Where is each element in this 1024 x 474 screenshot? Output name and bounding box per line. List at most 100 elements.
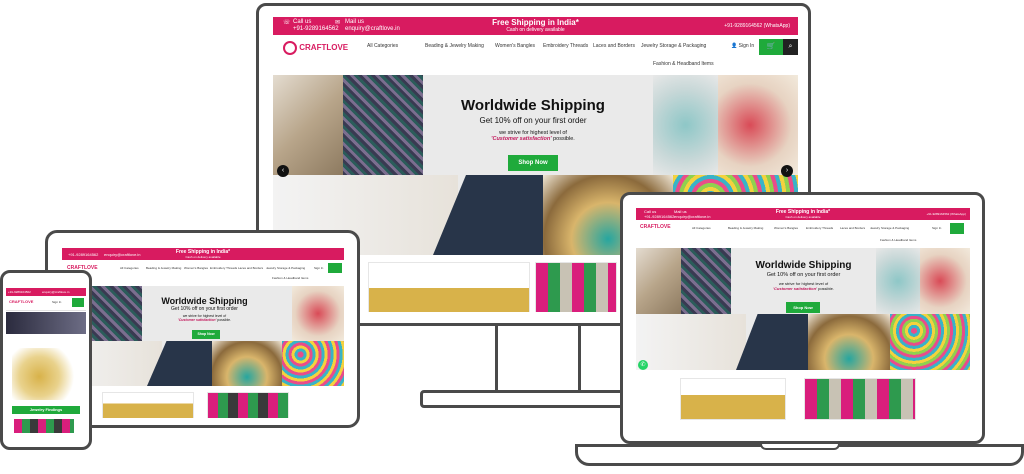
laptop-hero-highlight: 'Customer satisfaction' — [773, 286, 817, 291]
phone-product-image[interactable] — [12, 348, 80, 400]
phone-cart-button[interactable] — [72, 298, 84, 307]
tablet-announcement-bar: +91-9289164562 enquiry@craftlove.in Free… — [62, 248, 344, 260]
phone-threads-image[interactable] — [14, 419, 74, 433]
tablet-signin[interactable]: Sign In — [314, 266, 323, 270]
laptop-cart-button[interactable] — [950, 223, 964, 234]
cart-button[interactable]: 🛒 — [759, 39, 783, 55]
laptop-whatsapp[interactable]: +91-9289164562 (WhatsApp) — [927, 212, 966, 216]
tablet-hero-line: we strive for highest level of 'Customer… — [147, 314, 262, 322]
user-icon: 👤 — [731, 43, 738, 49]
signin-link[interactable]: 👤 Sign In — [731, 43, 754, 49]
laptop-rhinestones-image — [890, 314, 970, 370]
phone-screen: +91-9289164562 enquiry@craftlove.in CRAF… — [6, 288, 86, 436]
hero-text-block: Worldwide Shipping Get 10% off on your f… — [433, 97, 633, 142]
shop-now-button[interactable]: Shop Now — [508, 155, 558, 171]
nav-all-categories[interactable]: All Categories — [367, 43, 398, 49]
laptop-hero-title: Worldwide Shipping — [755, 260, 852, 271]
tablet-nav-embroidery[interactable]: Embroidery Threads — [210, 266, 237, 270]
hero-line: we strive for highest level of 'Customer… — [433, 130, 633, 142]
laptop-nav-beading[interactable]: Beading & Jewelry Making — [728, 226, 763, 230]
bugle-beads-image — [343, 75, 423, 175]
tablet-screen: +91-9289164562 enquiry@craftlove.in Free… — [62, 248, 344, 418]
nav-fashion[interactable]: Fashion & Headband Items — [653, 61, 714, 67]
laptop-announcement-bar: Call us +91-9289164562 Mail us enquiry@c… — [636, 208, 970, 220]
laptop-screen: Call us +91-9289164562 Mail us enquiry@c… — [636, 208, 970, 430]
tablet-nav-bangles[interactable]: Women's Bangles — [184, 266, 208, 270]
slider-prev-button[interactable]: ‹ — [277, 165, 289, 177]
nav-embroidery[interactable]: Embroidery Threads — [543, 43, 588, 49]
tablet-nav-beading[interactable]: Beading & Jewelry Making — [146, 266, 181, 270]
tablet-cart-button[interactable] — [328, 263, 342, 273]
tablet-hero-title: Worldwide Shipping — [161, 296, 248, 306]
tablet-product-findings[interactable] — [102, 392, 194, 418]
tablet-floral-image — [292, 286, 344, 341]
embroidery-image — [653, 75, 718, 175]
desktop-monitor-base — [420, 390, 640, 408]
banner-title: Free Shipping in India* — [492, 18, 579, 27]
tablet-hero: Worldwide Shipping Get 10% off on your f… — [62, 286, 344, 386]
nav-bangles[interactable]: Women's Bangles — [495, 43, 535, 49]
laptop-nav-bangles[interactable]: Women's Bangles — [774, 226, 798, 230]
laptop-nav-laces[interactable]: Laces and Borders — [840, 226, 865, 230]
search-icon: ⌕ — [788, 43, 793, 50]
main-nav: CRAFTLOVE All Categories Beading & Jewel… — [273, 35, 798, 76]
laptop-signin[interactable]: Sign In — [932, 226, 941, 230]
phone-logo[interactable]: CRAFTLOVE — [9, 299, 33, 304]
laptop-bracelets-image — [808, 314, 890, 370]
tablet-product-row — [62, 388, 344, 418]
tablet-shop-now-button[interactable]: Shop Now — [192, 330, 220, 339]
tablet-nav-storage[interactable]: Jewelry Storage & Packaging — [266, 266, 305, 270]
phone-signin[interactable]: Sign In — [52, 300, 61, 304]
nav-beading[interactable]: Beading & Jewelry Making — [425, 43, 484, 49]
product-card-threads[interactable] — [535, 262, 617, 312]
laptop-hero-subtitle: Get 10% off on your first order — [766, 272, 841, 278]
laptop-nav-storage[interactable]: Jewelry Storage & Packaging — [870, 226, 909, 230]
laptop-beads-image — [636, 248, 681, 314]
signin-label: Sign In — [738, 43, 755, 49]
phone-number-mobile[interactable]: +91-9289164562 — [8, 290, 31, 294]
whatsapp-icon[interactable]: ✆ — [638, 360, 648, 370]
laptop-hero-line: we strive for highest level of 'Customer… — [736, 281, 871, 291]
desktop-monitor-stand — [495, 326, 581, 391]
laptop-hero-line2: possible. — [817, 286, 834, 291]
whatsapp-contact[interactable]: +91-9289164562 (WhatsApp) — [724, 23, 790, 29]
laptop-floral-image — [920, 248, 970, 314]
tablet-hero-subtitle: Get 10% off on your first order — [171, 306, 238, 312]
phone-promo-banner — [6, 312, 86, 334]
laptop-hero: Worldwide Shipping Get 10% off on your f… — [636, 248, 970, 370]
laptop-nav-fashion[interactable]: Fashion & Headband Items — [880, 238, 916, 242]
site-logo[interactable]: CRAFTLOVE — [283, 41, 348, 55]
laptop-product-threads[interactable] — [804, 378, 916, 420]
search-button[interactable]: ⌕ — [783, 39, 798, 55]
laptop-product-findings[interactable] — [680, 378, 786, 420]
laptop-trackpad-notch — [760, 444, 840, 450]
nav-jewelry-storage[interactable]: Jewelry Storage & Packaging — [641, 43, 706, 49]
laptop-embroidery-image — [876, 248, 920, 314]
tablet-hero-line2: possible. — [216, 318, 232, 322]
laptop-product-row — [636, 372, 970, 430]
nav-laces[interactable]: Laces and Borders — [593, 43, 635, 49]
hero-highlight: 'Customer satisfaction' — [491, 136, 552, 142]
hero-line2: possible. — [551, 136, 575, 142]
slider-next-button[interactable]: › — [781, 165, 793, 177]
laptop-nav-all-categories[interactable]: All Categories — [692, 226, 711, 230]
tablet-nav-fashion[interactable]: Fashion & Headband Items — [272, 276, 308, 280]
laptop-logo[interactable]: CRAFTLOVE — [640, 224, 671, 230]
laptop-shop-now-button[interactable]: Shop Now — [786, 302, 820, 313]
phone-email-mobile[interactable]: enquiry@craftlove.in — [42, 290, 69, 294]
phone-announcement-bar: +91-9289164562 enquiry@craftlove.in — [6, 288, 86, 296]
laptop-hero-text: Worldwide Shipping Get 10% off on your f… — [736, 260, 871, 291]
tablet-nav-all-categories[interactable]: All Categories — [120, 266, 139, 270]
brand-name: CRAFTLOVE — [299, 43, 349, 53]
laptop-star-image — [736, 314, 808, 370]
phone-product-label[interactable]: Jewelry Findings — [12, 406, 80, 414]
tablet-hero-highlight: 'Customer satisfaction' — [177, 318, 217, 322]
hero-title: Worldwide Shipping — [461, 97, 605, 114]
product-card-findings[interactable] — [368, 262, 530, 312]
tablet-bracelets-image — [212, 341, 282, 386]
laptop-nav-embroidery[interactable]: Embroidery Threads — [806, 226, 833, 230]
phone-nav: CRAFTLOVE Sign In — [6, 296, 86, 311]
beads-image — [273, 75, 343, 175]
tablet-product-threads[interactable] — [207, 392, 289, 418]
tablet-nav-laces[interactable]: Laces and Borders — [238, 266, 263, 270]
